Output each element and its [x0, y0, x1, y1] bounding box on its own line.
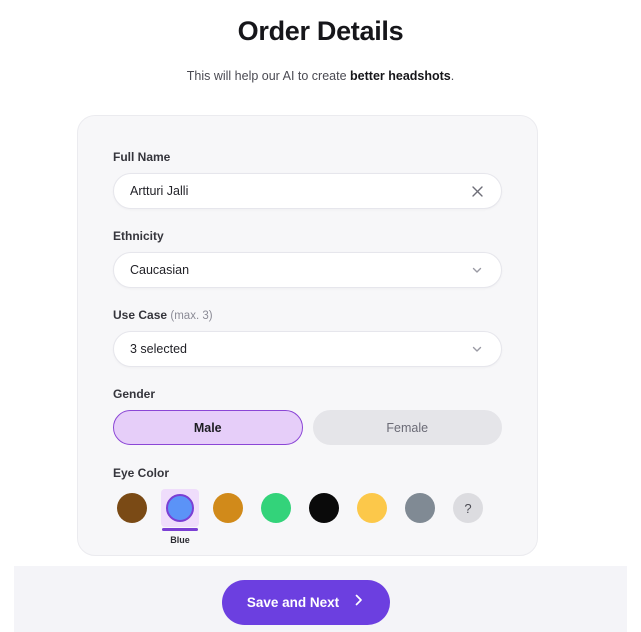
subtitle-suffix: .: [450, 69, 455, 83]
eye-color-swatch-gray[interactable]: [401, 489, 439, 527]
use-case-label: Use Case (max. 3): [113, 308, 502, 322]
swatch-dot: [117, 493, 147, 523]
eye-color-swatch-green[interactable]: [257, 489, 295, 527]
order-details-card: Full Name Artturi Jalli Ethnicity Caucas…: [77, 115, 538, 556]
close-icon[interactable]: [469, 183, 485, 199]
gender-option-label: Male: [193, 420, 222, 435]
gender-label: Gender: [113, 387, 156, 401]
swatch-dot: [213, 493, 243, 523]
swatch-holder: ?: [449, 489, 487, 527]
ethnicity-value: Caucasian: [130, 263, 190, 277]
eye-color-label: Eye Color: [113, 466, 170, 480]
swatch-holder: [401, 489, 439, 527]
eye-color-options: Blue?: [113, 489, 502, 545]
swatch-selected-indicator: [162, 528, 198, 531]
ethnicity-field: Ethnicity Caucasian: [113, 229, 502, 288]
use-case-field: Use Case (max. 3) 3 selected: [113, 308, 502, 367]
use-case-value: 3 selected: [130, 342, 187, 356]
full-name-value: Artturi Jalli: [130, 184, 189, 198]
full-name-label: Full Name: [113, 150, 171, 164]
chevron-down-icon: [469, 341, 485, 357]
chevron-down-icon: [469, 262, 485, 278]
swatch-holder: [353, 489, 391, 527]
swatch-holder: [161, 489, 199, 527]
unknown-eye-color-icon: ?: [453, 493, 483, 523]
ethnicity-select[interactable]: Caucasian: [113, 252, 502, 288]
eye-color-swatch-brown[interactable]: [113, 489, 151, 527]
eye-color-swatch-amber[interactable]: [209, 489, 247, 527]
use-case-label-text: Use Case: [113, 308, 168, 322]
subtitle-emphasis: better headshots: [350, 69, 451, 83]
swatch-dot: [357, 493, 387, 523]
eye-color-swatch-blue[interactable]: Blue: [161, 489, 199, 545]
page-subtitle: This will help our AI to create better h…: [0, 69, 641, 83]
eye-color-swatch-yellow[interactable]: [353, 489, 391, 527]
ethnicity-label: Ethnicity: [113, 229, 164, 243]
gender-option-male[interactable]: Male: [113, 410, 303, 445]
eye-color-swatch-black[interactable]: [305, 489, 343, 527]
swatch-dot: [309, 493, 339, 523]
gender-option-female[interactable]: Female: [312, 410, 502, 445]
full-name-field: Full Name Artturi Jalli: [113, 150, 502, 209]
use-case-select[interactable]: 3 selected: [113, 331, 502, 367]
page-title: Order Details: [237, 16, 404, 46]
save-and-next-label: Save and Next: [246, 595, 340, 610]
use-case-hint: (max. 3): [170, 310, 213, 322]
swatch-holder: [305, 489, 343, 527]
swatch-dot: [405, 493, 435, 523]
gender-option-label: Female: [386, 420, 429, 435]
swatch-holder: [209, 489, 247, 527]
save-and-next-button[interactable]: Save and Next: [222, 580, 390, 625]
swatch-dot: [166, 494, 194, 522]
chevron-right-icon: [353, 593, 365, 612]
gender-options: Male Female: [113, 410, 502, 445]
eye-color-swatch-unknown[interactable]: ?: [449, 489, 487, 527]
order-details-page: Order Details This will help our AI to c…: [0, 0, 641, 632]
swatch-holder: [113, 489, 151, 527]
subtitle-prefix: This will help our AI to create: [186, 69, 351, 83]
gender-field: Gender Male Female: [113, 387, 502, 445]
swatch-selected-caption: Blue: [170, 534, 190, 545]
eye-color-field: Eye Color Blue?: [113, 466, 502, 545]
swatch-dot: [261, 493, 291, 523]
swatch-holder: [257, 489, 295, 527]
full-name-input[interactable]: Artturi Jalli: [113, 173, 502, 209]
